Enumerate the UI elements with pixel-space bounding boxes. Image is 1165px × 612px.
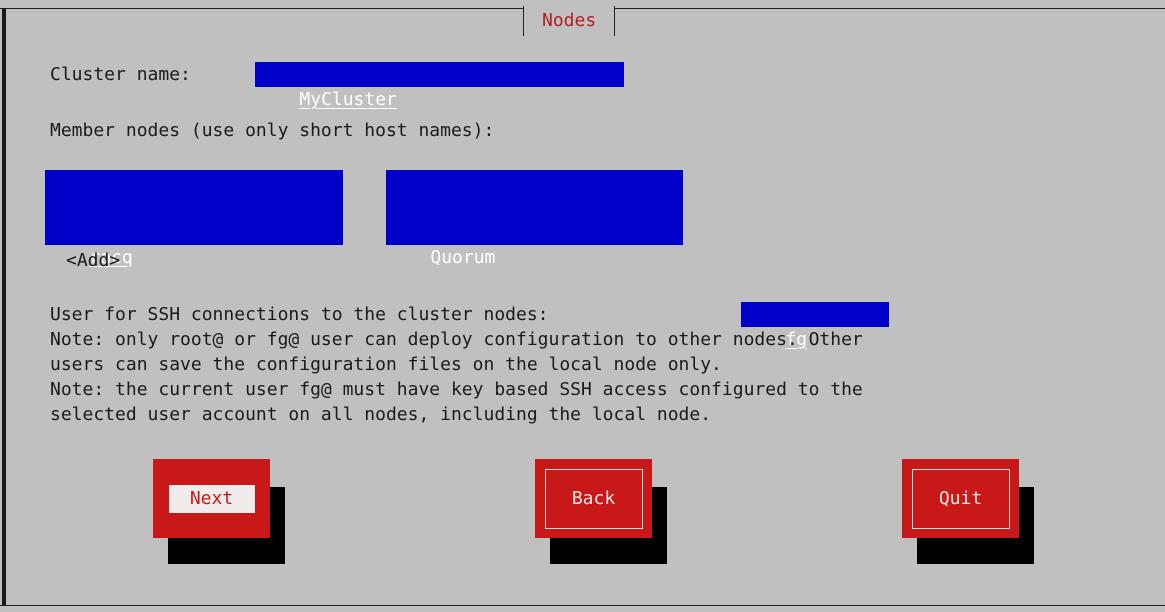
window-title: Nodes	[523, 6, 616, 36]
role-value: Quorum	[430, 247, 496, 268]
note-line-3: Note: the current user fg@ must have key…	[50, 379, 863, 400]
ssh-user-label: User for SSH connections to the cluster …	[50, 304, 549, 325]
ssh-user-input[interactable]: fg	[741, 302, 889, 350]
quit-button-label: Quit	[911, 468, 1010, 529]
host-input-1[interactable]: rac1	[45, 170, 343, 218]
member-nodes-label: Member nodes (use only short host names)…	[50, 120, 495, 141]
host-input-2[interactable]: rac2	[45, 195, 343, 243]
back-button[interactable]: Back	[535, 459, 652, 538]
quit-button[interactable]: Quit	[902, 459, 1019, 538]
back-button-label: Back	[544, 468, 643, 529]
role-select-3[interactable]: Quorum	[386, 220, 683, 268]
next-button[interactable]: Next	[153, 459, 270, 538]
role-select-1[interactable]: ASM+Storage	[386, 170, 683, 218]
cluster-name-label: Cluster name:	[50, 64, 191, 85]
next-button-label: Next	[168, 484, 255, 513]
cluster-name-input[interactable]: MyCluster	[255, 62, 624, 110]
note-line-4: selected user account on all nodes, incl…	[50, 404, 712, 425]
host-input-3[interactable]: racq	[45, 220, 343, 268]
frame-bottom-border	[0, 605, 1165, 606]
frame-left-border	[2, 8, 6, 606]
note-line-2: users can save the configuration files o…	[50, 354, 722, 375]
add-node-button[interactable]: <Add>	[66, 248, 120, 273]
cluster-name-value: MyCluster	[299, 89, 397, 110]
note-line-1: Note: only root@ or fg@ user can deploy …	[50, 329, 863, 350]
role-select-2[interactable]: ASM+Storage	[386, 195, 683, 243]
